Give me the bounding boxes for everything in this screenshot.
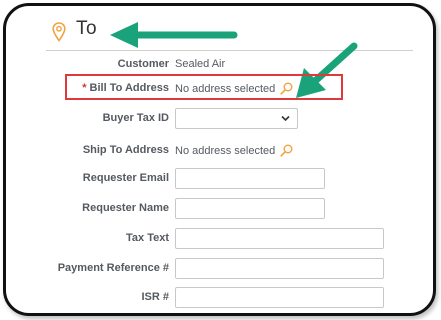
requester-name-row: Requester Name	[0, 198, 441, 220]
bill-to-address-label-text: Bill To Address	[89, 82, 169, 94]
ship-to-address-value: No address selected	[175, 144, 293, 157]
search-icon[interactable]	[280, 144, 293, 157]
section-title: To	[76, 18, 98, 39]
tax-text-label: Tax Text	[126, 232, 169, 244]
customer-row: Customer Sealed Air	[0, 54, 441, 76]
search-icon[interactable]	[280, 82, 293, 95]
buyer-tax-id-row: Buyer Tax ID	[0, 108, 441, 130]
payment-reference-label: Payment Reference #	[57, 262, 169, 274]
customer-value: Sealed Air	[175, 58, 226, 70]
requester-name-label: Requester Name	[82, 202, 169, 214]
bill-to-address-label: * Bill To Address	[82, 82, 169, 94]
bill-to-address-row: * Bill To Address No address selected	[0, 78, 441, 100]
isr-row: ISR #	[0, 287, 441, 309]
requester-email-label: Requester Email	[82, 172, 169, 184]
payment-reference-input[interactable]	[175, 258, 384, 279]
map-pin-icon	[52, 22, 66, 42]
bill-to-address-text: No address selected	[175, 83, 276, 95]
isr-input[interactable]	[175, 287, 384, 308]
requester-email-row: Requester Email	[0, 168, 441, 190]
bill-to-address-value: No address selected	[175, 82, 293, 95]
customer-label: Customer	[117, 58, 169, 70]
ship-to-address-text: No address selected	[175, 145, 276, 157]
tax-text-row: Tax Text	[0, 228, 441, 250]
requester-email-input[interactable]	[175, 168, 325, 189]
isr-label: ISR #	[141, 291, 169, 303]
chevron-down-icon	[281, 115, 290, 122]
buyer-tax-id-label: Buyer Tax ID	[102, 112, 169, 124]
ship-to-address-label: Ship To Address	[82, 144, 169, 156]
payment-reference-row: Payment Reference #	[0, 258, 441, 280]
ship-to-address-row: Ship To Address No address selected	[0, 140, 441, 162]
tax-text-input[interactable]	[175, 228, 384, 249]
buyer-tax-id-select[interactable]	[175, 108, 298, 129]
requester-name-input[interactable]	[175, 198, 325, 219]
required-marker: *	[82, 82, 87, 94]
arrow-left-icon	[110, 22, 238, 48]
